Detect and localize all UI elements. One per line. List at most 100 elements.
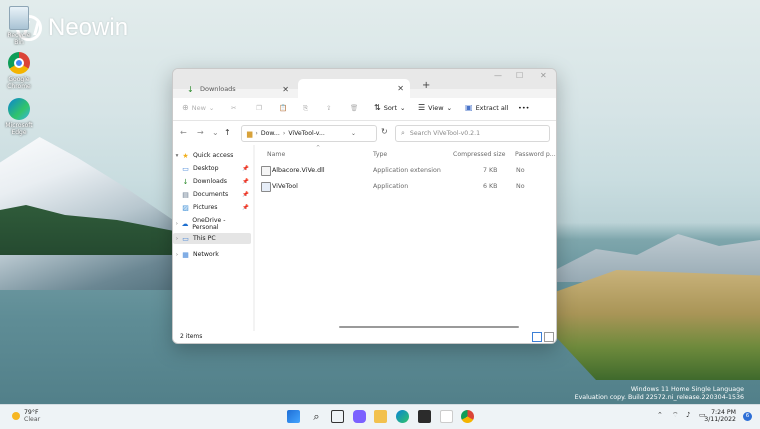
chevron-right-icon[interactable]: ›	[173, 236, 181, 242]
recycle-bin-icon	[9, 6, 29, 30]
chrome-taskbar-icon[interactable]	[461, 410, 474, 423]
chrome-icon	[8, 52, 30, 74]
sidebar-item-quick-access[interactable]: ▾ ★ Quick access	[173, 150, 251, 161]
wifi-icon[interactable]: ⌔	[672, 411, 679, 420]
weather-temperature: 79°F	[24, 409, 39, 416]
paste-icon[interactable]: 📋	[279, 104, 287, 112]
sort-icon: ⇅	[374, 103, 381, 112]
sort-ascending-icon: ^	[316, 145, 321, 151]
tab-close-button[interactable]: ✕	[282, 85, 289, 94]
desktop-icon-chrome[interactable]: Google Chrome	[4, 52, 34, 90]
large-icons-view-button[interactable]	[544, 332, 554, 342]
breadcrumb-separator-icon: ›	[282, 130, 286, 137]
sidebar-item-onedrive[interactable]: › ☁ OneDrive - Personal	[173, 217, 251, 231]
sidebar-item-network[interactable]: › ▦ Network	[173, 249, 251, 260]
desktop-icon-edge[interactable]: Microsoft Edge	[4, 98, 34, 136]
network-icon: ▦	[182, 250, 189, 259]
view-icon: ☰	[418, 103, 426, 112]
file-explorer-taskbar-icon[interactable]	[374, 410, 387, 423]
desktop-icon-label: Google Chrome	[7, 76, 31, 90]
wallpaper-grass	[555, 270, 760, 380]
address-bar-row: ← → ⌄ ↑ ▆ › Dow... › ViVeTool-v... ⌄ ↻ ⌕…	[173, 121, 556, 145]
task-view-button[interactable]	[331, 410, 344, 423]
notepad-icon[interactable]	[440, 410, 453, 423]
file-password: No	[516, 167, 525, 174]
chevron-up-icon[interactable]: ⌃	[657, 411, 663, 419]
table-row[interactable]: ViVeTool Application 6 KB No	[255, 180, 556, 193]
extract-all-button[interactable]: ▣ Extract all	[465, 104, 509, 113]
pin-icon: 📌	[242, 191, 249, 198]
sidebar-item-label: Quick access	[193, 152, 234, 159]
more-options-button[interactable]: •••	[518, 104, 530, 112]
watermark-edition: Windows 11 Home Single Language	[630, 386, 744, 393]
edge-icon	[8, 98, 30, 120]
delete-icon[interactable]: 🗑	[350, 104, 358, 112]
sort-button[interactable]: ⇅ Sort ⌄	[374, 103, 405, 113]
table-row[interactable]: Albacore.ViVe.dll Application extension …	[255, 164, 556, 177]
weather-clear-icon	[12, 412, 20, 420]
search-icon: ⌕	[313, 410, 320, 423]
search-button[interactable]: ⌕	[310, 410, 323, 423]
maximize-button[interactable]: ☐	[516, 71, 523, 80]
brand-name: Neowin	[48, 14, 129, 41]
search-box[interactable]: ⌕ Search ViVeTool-v0.2.1	[395, 125, 550, 142]
tab-close-button[interactable]: ✕	[397, 84, 404, 93]
copy-icon[interactable]: ❐	[256, 104, 262, 112]
tab-downloads[interactable]: ↓ Downloads ✕	[179, 81, 295, 97]
clock-date: 3/11/2022	[704, 416, 736, 423]
address-bar[interactable]: ▆ › Dow... › ViVeTool-v... ⌄	[241, 125, 377, 142]
close-button[interactable]: ✕	[540, 71, 547, 80]
notification-badge[interactable]: 6	[743, 412, 752, 421]
sidebar-item-label: This PC	[193, 235, 216, 242]
edge-taskbar-icon[interactable]	[396, 410, 409, 423]
breadcrumb-downloads[interactable]: Dow...	[261, 130, 280, 137]
up-button[interactable]: ↑	[224, 128, 231, 137]
sidebar-item-this-pc[interactable]: › ▭ This PC	[173, 233, 251, 244]
chevron-right-icon[interactable]: ›	[173, 221, 181, 227]
sidebar-item-pictures[interactable]: ▨ Pictures 📌	[181, 202, 251, 213]
search-icon: ⌕	[401, 129, 405, 137]
sidebar-item-downloads[interactable]: ↓ Downloads 📌	[181, 176, 251, 187]
file-name: ViVeTool	[272, 183, 298, 190]
new-tab-button[interactable]: +	[422, 80, 430, 91]
chat-icon[interactable]	[353, 410, 366, 423]
pin-icon: 📌	[242, 165, 249, 172]
cut-icon[interactable]: ✂	[231, 104, 236, 112]
sidebar-item-desktop[interactable]: ▭ Desktop 📌	[181, 163, 251, 174]
weather-condition: Clear	[24, 416, 41, 423]
pin-icon: 📌	[242, 178, 249, 185]
weather-widget[interactable]: 79°F Clear	[12, 409, 40, 423]
minimize-button[interactable]: —	[494, 71, 502, 80]
column-header-password[interactable]: Password p...	[515, 151, 556, 158]
breadcrumb-current-folder[interactable]: ViVeTool-v...	[288, 130, 325, 137]
back-button[interactable]: ←	[180, 128, 187, 137]
file-size: 6 KB	[483, 183, 498, 190]
tab-current[interactable]: ✕	[298, 79, 410, 98]
chevron-down-icon[interactable]: ▾	[173, 153, 181, 159]
chevron-down-icon[interactable]: ⌄	[351, 130, 356, 137]
pin-icon: 📌	[242, 204, 249, 211]
horizontal-scrollbar[interactable]	[339, 326, 519, 328]
recent-locations-button[interactable]: ⌄	[212, 128, 219, 137]
column-header-name[interactable]: Name	[267, 151, 285, 158]
refresh-icon[interactable]: ↻	[381, 127, 388, 136]
column-header-type[interactable]: Type	[373, 151, 387, 158]
new-button[interactable]: ⊕ New ⌄	[182, 104, 214, 113]
store-icon[interactable]	[418, 410, 431, 423]
sidebar-item-label: Pictures	[193, 204, 218, 211]
sidebar-item-documents[interactable]: ▤ Documents 📌	[181, 189, 251, 200]
forward-button[interactable]: →	[197, 128, 204, 137]
sidebar-item-label: Downloads	[193, 178, 227, 185]
details-view-button[interactable]	[532, 332, 542, 342]
sort-button-label: Sort	[383, 104, 398, 112]
volume-icon[interactable]: ♪	[686, 411, 690, 419]
rename-icon[interactable]: ⎘	[303, 104, 308, 113]
system-clock[interactable]: 7:24 PM 3/11/2022	[704, 409, 736, 423]
view-button[interactable]: ☰ View ⌄	[418, 103, 452, 113]
desktop-icon-label: Recycle Bin	[7, 32, 31, 46]
column-header-compressed-size[interactable]: Compressed size	[453, 151, 505, 158]
share-icon[interactable]: ⇪	[326, 104, 331, 112]
chevron-right-icon[interactable]: ›	[173, 252, 181, 258]
start-button[interactable]	[287, 410, 300, 423]
desktop-icon-recycle-bin[interactable]: Recycle Bin	[4, 6, 34, 46]
